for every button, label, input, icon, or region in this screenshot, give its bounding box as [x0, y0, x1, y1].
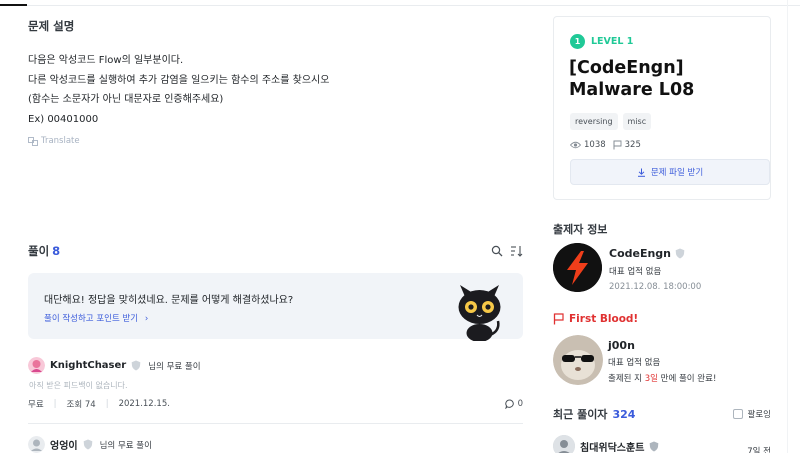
shield-icon [675, 248, 685, 259]
divider [28, 423, 523, 424]
solution-subtitle: 님의 무료 풀이 [148, 361, 201, 372]
solution-date: 2021.12.15. [118, 399, 170, 409]
tag-list: reversing misc [570, 113, 652, 130]
author-heading: 출제자 정보 [553, 223, 608, 236]
solution-comment-count: 0 [517, 399, 523, 409]
description-section: 문제 설명 다음은 악성코드 Flow의 일부분이다. 다른 악성코드를 실행하… [28, 6, 523, 146]
translate-label: Translate [41, 136, 80, 146]
first-blood-name[interactable]: j00n [608, 339, 716, 352]
description-line: (함수는 소문자가 아닌 대문자로 인증해주세요) [28, 94, 224, 105]
translate-icon [28, 136, 38, 146]
solution-item[interactable]: KnightChaser 님의 무료 풀이 아직 받은 피드백이 없습니다. 무… [28, 357, 523, 410]
description-line: 다음은 악성코드 Flow의 일부분이다. [28, 55, 184, 66]
avatar [553, 243, 602, 292]
challenge-title: [CodeEngn] Malware L08 [569, 58, 695, 100]
chevron-right-icon: › [144, 314, 149, 324]
recent-solvers-heading: 최근 풀이자 [553, 408, 608, 421]
avatar [28, 436, 45, 453]
recent-solver-time: 7일 전 [747, 447, 771, 453]
solution-meta: 무료 | 조회 74 | 2021.12.15. 0 [28, 399, 523, 410]
first-blood-heading: First Blood! [553, 313, 638, 325]
first-blood-user[interactable]: j00n 대표 업적 없음 출제된 지 3일 만에 풀이 완료! [553, 335, 716, 385]
level-badge: 1 LEVEL 1 [570, 34, 633, 49]
avatar [553, 335, 603, 385]
description-line: 다른 악성코드를 실행하여 추가 감염을 일으키는 함수의 주소를 찾으시오 [28, 74, 330, 86]
solution-price: 무료 [28, 400, 44, 410]
cat-mascot-illustration [458, 285, 501, 341]
sort-icon[interactable] [510, 245, 523, 257]
flag-icon [613, 140, 622, 150]
description-heading: 문제 설명 [28, 19, 75, 33]
solution-subtitle: 님의 무료 풀이 [99, 440, 152, 451]
download-file-button[interactable]: 문제 파일 받기 [570, 159, 770, 185]
scrollbar-track[interactable] [787, 0, 788, 453]
recent-solver-name[interactable]: 침대위닥스훈트 [580, 439, 644, 453]
following-filter-checkbox[interactable]: 팔로잉 [732, 408, 771, 420]
solutions-header: 풀이 8 [28, 243, 523, 259]
solution-author-name[interactable]: KnightChaser [50, 360, 126, 371]
description-line: Ex) 00401000 [28, 113, 99, 125]
author-achievement: 대표 업적 없음 [609, 267, 662, 277]
challenge-card: 1 LEVEL 1 [CodeEngn] Malware L08 reversi… [553, 16, 771, 200]
solution-item[interactable]: 엉엉이 님의 무료 풀이 [28, 436, 523, 453]
tag-misc[interactable]: misc [622, 113, 652, 130]
solutions-heading: 풀이 [28, 244, 50, 258]
recent-solver-item[interactable]: 침대위닥스훈트 7일 전 [553, 435, 771, 453]
level-number: 1 [570, 34, 585, 49]
level-label: LEVEL 1 [591, 36, 634, 47]
author-profile[interactable]: CodeEngn 대표 업적 없음 2021.12.08. 18:00:00 [553, 243, 701, 292]
solution-views: 조회 74 [66, 400, 96, 410]
challenge-stats: 1038 325 [570, 140, 641, 150]
description-body: 다음은 악성코드 Flow의 일부분이다. 다른 악성코드를 실행하여 추가 감… [28, 51, 523, 129]
shield-icon [650, 441, 659, 451]
comment-icon [504, 399, 514, 409]
recent-solvers-count: 324 [612, 407, 636, 421]
avatar [28, 357, 45, 374]
flag-icon [553, 313, 564, 325]
solve-count: 325 [624, 140, 641, 150]
first-blood-label: First Blood! [569, 313, 639, 325]
first-blood-message: 출제된 지 3일 만에 풀이 완료! [608, 374, 717, 384]
tag-reversing[interactable]: reversing [570, 113, 618, 130]
solution-author-name[interactable]: 엉엉이 [50, 437, 78, 452]
banner-message: 대단해요! 정답을 맞히셨네요. 문제를 어떻게 해결하셨나요? [44, 295, 294, 306]
solutions-count: 8 [52, 244, 61, 258]
active-tab-indicator [0, 4, 27, 6]
shield-icon [83, 439, 92, 450]
first-blood-days: 3일 [644, 374, 658, 384]
eye-icon [570, 141, 581, 149]
view-count: 1038 [584, 140, 606, 150]
checkbox[interactable] [732, 409, 743, 419]
write-solution-link[interactable]: 풀이 작성하고 포인트 받기 › [44, 312, 148, 324]
avatar [553, 435, 575, 453]
solution-prompt-banner: 대단해요! 정답을 맞히셨네요. 문제를 어떻게 해결하셨나요? 풀이 작성하고… [28, 273, 523, 339]
following-label: 팔로잉 [747, 410, 771, 420]
download-icon [637, 168, 645, 177]
recent-solvers-header: 최근 풀이자 324 팔로잉 [553, 406, 771, 422]
first-blood-achievement: 대표 업적 없음 [608, 358, 661, 368]
author-date: 2021.12.08. 18:00:00 [609, 282, 702, 292]
solution-comments[interactable]: 0 [504, 399, 523, 409]
shield-icon [131, 360, 141, 371]
download-label: 문제 파일 받기 [650, 168, 704, 178]
translate-button[interactable]: Translate [28, 136, 523, 146]
write-solution-label: 풀이 작성하고 포인트 받기 [44, 314, 139, 324]
search-icon[interactable] [491, 245, 503, 257]
author-name[interactable]: CodeEngn [609, 247, 671, 260]
solution-feedback: 아직 받은 피드백이 없습니다. [29, 381, 128, 390]
